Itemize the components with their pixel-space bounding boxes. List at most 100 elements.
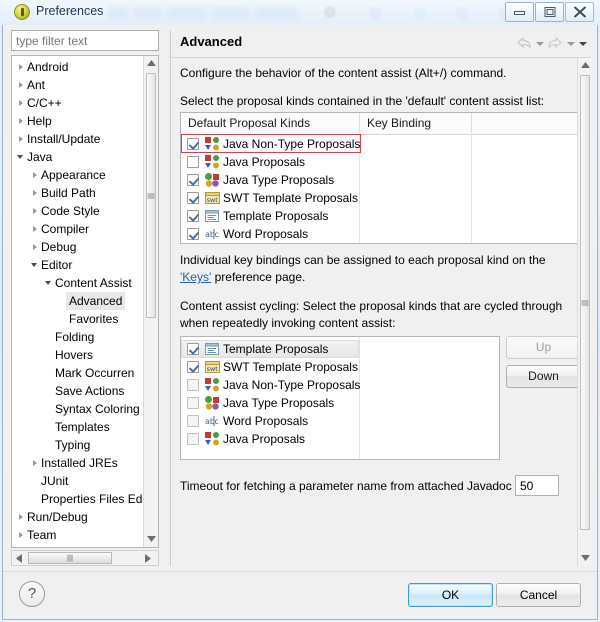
sidebar-item-code-style[interactable]: Code Style [12,202,143,220]
minimize-button[interactable] [505,2,534,22]
sidebar-item-editor[interactable]: Editor [12,256,143,274]
sidebar-item-mark-occurren[interactable]: Mark Occurren [12,364,143,382]
sidebar-item-c-c[interactable]: C/C++ [12,94,143,112]
page-scroll-down-button[interactable] [578,551,592,566]
filter-field[interactable] [11,30,159,51]
chevron-right-icon[interactable] [16,508,27,526]
tree-scroll-thumb[interactable] [146,73,156,318]
sidebar-item-templates[interactable]: Templates [12,418,143,436]
scroll-right-button[interactable] [143,551,158,565]
sidebar-item-save-actions[interactable]: Save Actions [12,382,143,400]
chevron-right-icon[interactable] [16,76,27,94]
search-input[interactable] [12,31,158,50]
preferences-tree[interactable]: Android Ant C/C++ Help Install/Update Java App… [11,55,159,548]
sidebar-item-advanced[interactable]: Advanced [12,292,143,310]
row-checkbox[interactable] [187,156,199,168]
row-checkbox[interactable] [187,415,199,427]
table-row[interactable]: Java Proposals [181,430,499,448]
sidebar-item-debug[interactable]: Debug [12,238,143,256]
tree-horizontal-scrollbar[interactable] [11,550,159,566]
chevron-right-icon[interactable] [16,112,27,130]
sidebar-item-favorites[interactable]: Favorites [12,310,143,328]
table-row[interactable]: Template Proposals [181,340,499,358]
chevron-right-icon[interactable] [16,58,27,76]
chevron-down-icon[interactable] [30,256,41,274]
row-checkbox[interactable] [187,433,199,445]
row-checkbox[interactable] [187,228,199,240]
sidebar-item-installed-jres[interactable]: Installed JREs [12,454,143,472]
sidebar-item-folding[interactable]: Folding [12,328,143,346]
row-checkbox[interactable] [187,192,199,204]
chevron-down-icon[interactable] [16,148,27,166]
table-row[interactable]: Template Proposals [181,207,577,225]
move-up-button[interactable]: Up [506,336,577,359]
horizontal-scroll-thumb[interactable] [28,552,112,564]
table-row[interactable]: ab c Word Proposals [181,412,499,430]
table-row[interactable]: Java Non-Type Proposals [181,376,499,394]
sidebar-item-team[interactable]: Team [12,526,143,544]
row-checkbox[interactable] [187,379,199,391]
cancel-button[interactable]: Cancel [496,583,581,607]
column-header-keybinding[interactable]: Key Binding [359,113,471,133]
table-row[interactable]: Java Type Proposals [181,171,577,189]
scroll-down-button[interactable] [144,532,158,547]
chevron-right-icon[interactable] [30,166,41,184]
table-row[interactable]: swt SWT Template Proposals [181,358,499,376]
sidebar-item-syntax-coloring[interactable]: Syntax Coloring [12,400,143,418]
column-header-kinds[interactable]: Default Proposal Kinds [181,113,359,133]
sidebar-item-ant[interactable]: Ant [12,76,143,94]
row-checkbox[interactable] [187,174,199,186]
sidebar-item-run-debug[interactable]: Run/Debug [12,508,143,526]
close-button[interactable] [565,2,594,22]
sidebar-item-appearance[interactable]: Appearance [12,166,143,184]
table-row[interactable]: Java Non-Type Proposals [181,135,577,153]
chevron-right-icon[interactable] [30,238,41,256]
sidebar-item-install-update[interactable]: Install/Update [12,130,143,148]
table-row[interactable]: Java Proposals [181,153,577,171]
maximize-button[interactable] [535,2,564,22]
forward-icon[interactable] [547,36,563,50]
default-proposals-table[interactable]: Default Proposal Kinds Key Binding Java … [180,112,577,244]
cycling-proposals-list[interactable]: Template Proposals swt SWT Template Propos… [180,336,500,460]
table-row[interactable]: Java Type Proposals [181,394,499,412]
chevron-down-icon[interactable] [44,274,55,292]
chevron-right-icon[interactable] [16,526,27,544]
row-checkbox[interactable] [187,343,199,355]
sidebar-item-properties-files-ed[interactable]: Properties Files Ed [12,490,143,508]
page-scroll-up-button[interactable] [578,58,592,73]
chevron-right-icon[interactable] [16,130,27,148]
sidebar-item-junit[interactable]: JUnit [12,472,143,490]
sidebar-item-validation[interactable]: Validation [12,544,143,547]
sidebar-item-hovers[interactable]: Hovers [12,346,143,364]
move-down-button[interactable]: Down [506,365,577,388]
table-row[interactable]: ab c Word Proposals [181,225,577,243]
page-vertical-scrollbar[interactable] [577,58,592,566]
sidebar-item-content-assist[interactable]: Content Assist [12,274,143,292]
forward-dropdown-icon[interactable] [566,37,575,49]
sidebar-item-compiler[interactable]: Compiler [12,220,143,238]
chevron-right-icon[interactable] [30,202,41,220]
row-checkbox[interactable] [187,138,199,150]
chevron-right-icon[interactable] [30,220,41,238]
scroll-up-button[interactable] [144,56,158,71]
page-menu-icon[interactable] [578,37,587,49]
timeout-field[interactable] [515,475,559,496]
chevron-right-icon[interactable] [16,94,27,112]
table-row[interactable]: swt SWT Template Proposals [181,189,577,207]
sidebar-item-build-path[interactable]: Build Path [12,184,143,202]
scroll-left-button[interactable] [12,551,27,565]
timeout-input[interactable] [516,476,558,495]
back-dropdown-icon[interactable] [535,37,544,49]
chevron-right-icon[interactable] [30,184,41,202]
sidebar-item-help[interactable]: Help [12,112,143,130]
row-checkbox[interactable] [187,361,199,373]
row-checkbox[interactable] [187,397,199,409]
sidebar-item-android[interactable]: Android [12,58,143,76]
sidebar-item-typing[interactable]: Typing [12,436,143,454]
page-scroll-thumb[interactable] [580,75,590,530]
keys-link[interactable]: 'Keys' [180,270,211,284]
help-button[interactable]: ? [19,581,45,607]
sidebar-item-java[interactable]: Java [12,148,143,166]
back-icon[interactable] [516,36,532,50]
row-checkbox[interactable] [187,210,199,222]
